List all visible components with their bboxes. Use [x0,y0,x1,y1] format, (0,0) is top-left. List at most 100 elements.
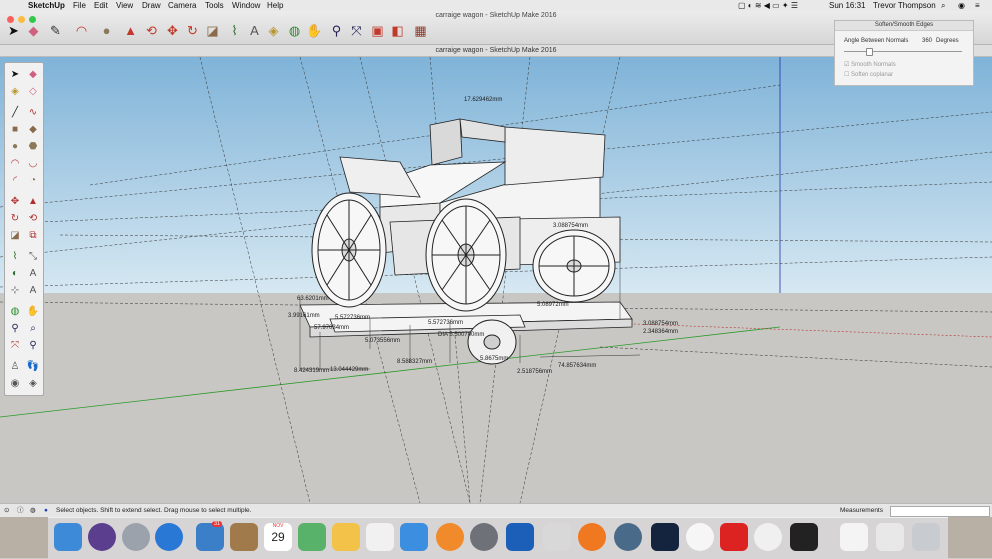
orbit-tool-icon[interactable]: ◍ [286,22,303,39]
orbit-icon[interactable]: ◍ [8,305,22,319]
remote-desktop-icon[interactable] [506,523,534,551]
contacts-icon[interactable] [230,523,258,551]
axes-icon[interactable]: ⊹ [8,284,22,298]
text-tool-icon[interactable]: A [246,22,263,39]
line-icon[interactable]: ╱ [8,106,22,120]
numbers-icon[interactable] [366,523,394,551]
paint-bucket-tool-icon[interactable]: ◈ [265,22,282,39]
menu-camera[interactable]: Camera [168,0,196,11]
circle-icon[interactable]: ● [8,140,22,154]
smooth-normals-checkbox[interactable]: ☑ Smooth Normals [844,61,896,68]
istudio-icon[interactable] [578,523,606,551]
keynote-icon[interactable] [400,523,428,551]
offset-icon[interactable]: ⧉ [26,229,40,243]
select-icon[interactable]: ➤ [8,68,22,82]
menu-edit[interactable]: Edit [94,0,108,11]
scale-tool-icon[interactable]: ◪ [204,22,221,39]
two-point-arc-icon[interactable]: ◡ [26,157,40,171]
notes-icon[interactable] [332,523,360,551]
polygon-icon[interactable]: ⬣ [26,140,40,154]
preview-icon[interactable] [543,523,571,551]
rotate-icon[interactable]: ↻ [8,212,22,226]
section-plane-icon[interactable]: ◈ [26,377,40,391]
3d-warehouse-icon[interactable]: ▣ [369,22,386,39]
arc-icon[interactable]: ◠ [8,157,22,171]
menu-file[interactable]: File [73,0,86,11]
menu-app-name[interactable]: SketchUp [28,0,65,11]
walk-icon[interactable]: 👣 [26,360,40,374]
sketchup-icon[interactable] [720,523,748,551]
finder-icon[interactable] [54,523,82,551]
safari-icon[interactable] [155,523,183,551]
maps-icon[interactable] [298,523,326,551]
notification-center-icon[interactable]: ≡ [975,0,980,11]
eraser-alt-icon[interactable]: ◇ [26,85,40,99]
look-around-icon[interactable]: ◉ [8,377,22,391]
eraser-tool-icon[interactable]: ◆ [25,22,42,39]
spotlight-icon[interactable]: ⌕ [941,0,945,11]
help-icon[interactable]: ● [44,504,48,518]
zoom-tool-icon[interactable]: ⚲ [328,22,345,39]
soften-coplanar-checkbox[interactable]: ☐ Soften coplanar [844,71,893,78]
pan-icon[interactable]: ✋ [26,305,40,319]
pan-tool-icon[interactable]: ✋ [306,22,323,39]
protractor-icon[interactable]: ◐ [8,267,22,281]
position-camera-icon[interactable]: ♙ [8,360,22,374]
zoom-extents-tool-icon[interactable]: ⤧ [348,22,365,39]
follow-me-icon[interactable]: ⟲ [26,212,40,226]
pie-icon[interactable]: ◔ [26,174,40,188]
angle-slider[interactable] [844,51,962,52]
calendar-icon[interactable]: NOV 29 [264,523,292,551]
line-tool-icon[interactable]: ✎ [47,22,64,39]
blender-icon[interactable] [651,523,679,551]
tape-measure-tool-icon[interactable]: ⌇ [226,22,243,39]
move-tool-icon[interactable]: ✥ [164,22,181,39]
trash-icon[interactable] [912,523,940,551]
move-icon[interactable]: ✥ [8,195,22,209]
rectangle-icon[interactable]: ■ [8,123,22,137]
document-preview-icon[interactable] [840,523,868,551]
terminal-icon[interactable] [790,523,818,551]
photos-icon[interactable] [686,523,714,551]
folder-stack-icon[interactable] [876,523,904,551]
zoom-extents-icon[interactable]: ⤧ [8,339,22,353]
user-icon[interactable]: ◍ [30,504,36,518]
user-name[interactable]: Trevor Thompson [873,0,936,11]
ibooks-icon[interactable] [436,523,464,551]
measurements-input[interactable] [890,506,990,517]
3d-text-icon[interactable]: A [26,284,40,298]
push-pull-icon[interactable]: ▲ [26,195,40,209]
paint-bucket-icon[interactable]: ◈ [8,85,22,99]
scale-icon[interactable]: ◪ [8,229,22,243]
extension-warehouse-icon[interactable]: ◧ [389,22,406,39]
status-icons[interactable]: ▢ ◐ ≋ ◀ ▭ ✦ ☰ [738,0,798,11]
credits-icon[interactable]: ⓘ [17,504,24,518]
angle-slider-thumb[interactable] [866,48,873,56]
shape-tool-icon[interactable]: ● [98,22,115,39]
menu-help[interactable]: Help [267,0,283,11]
zoom-window-icon[interactable]: ⌕ [26,322,40,336]
system-preferences-icon[interactable] [470,523,498,551]
photo-app-icon[interactable] [196,523,224,551]
layout-icon[interactable]: ▦ [412,22,429,39]
dimension-icon[interactable]: ⤡ [26,250,40,264]
menu-draw[interactable]: Draw [142,0,161,11]
itunes-icon[interactable] [754,523,782,551]
eraser-icon[interactable]: ◆ [26,68,40,82]
zoom-icon[interactable]: ⚲ [8,322,22,336]
siri-icon[interactable]: ◉ [958,0,965,11]
menu-tools[interactable]: Tools [205,0,224,11]
launchpad-icon[interactable] [122,523,150,551]
clock[interactable]: Sun 16:31 [829,0,865,11]
model-viewport[interactable]: 17.629462mm 63.6201mm 3.99161mm 5.572736… [0,57,992,503]
rotate-tool-icon[interactable]: ↻ [184,22,201,39]
previous-view-icon[interactable]: ⚲ [26,339,40,353]
follow-me-tool-icon[interactable]: ⟲ [143,22,160,39]
arc-tool-icon[interactable]: ◠ [73,22,90,39]
geo-location-icon[interactable]: ⊙ [4,504,9,518]
rotated-rectangle-icon[interactable]: ◆ [26,123,40,137]
siri-icon[interactable] [88,523,116,551]
select-tool-icon[interactable]: ➤ [5,22,22,39]
menu-view[interactable]: View [116,0,133,11]
three-point-arc-icon[interactable]: ◜ [8,174,22,188]
